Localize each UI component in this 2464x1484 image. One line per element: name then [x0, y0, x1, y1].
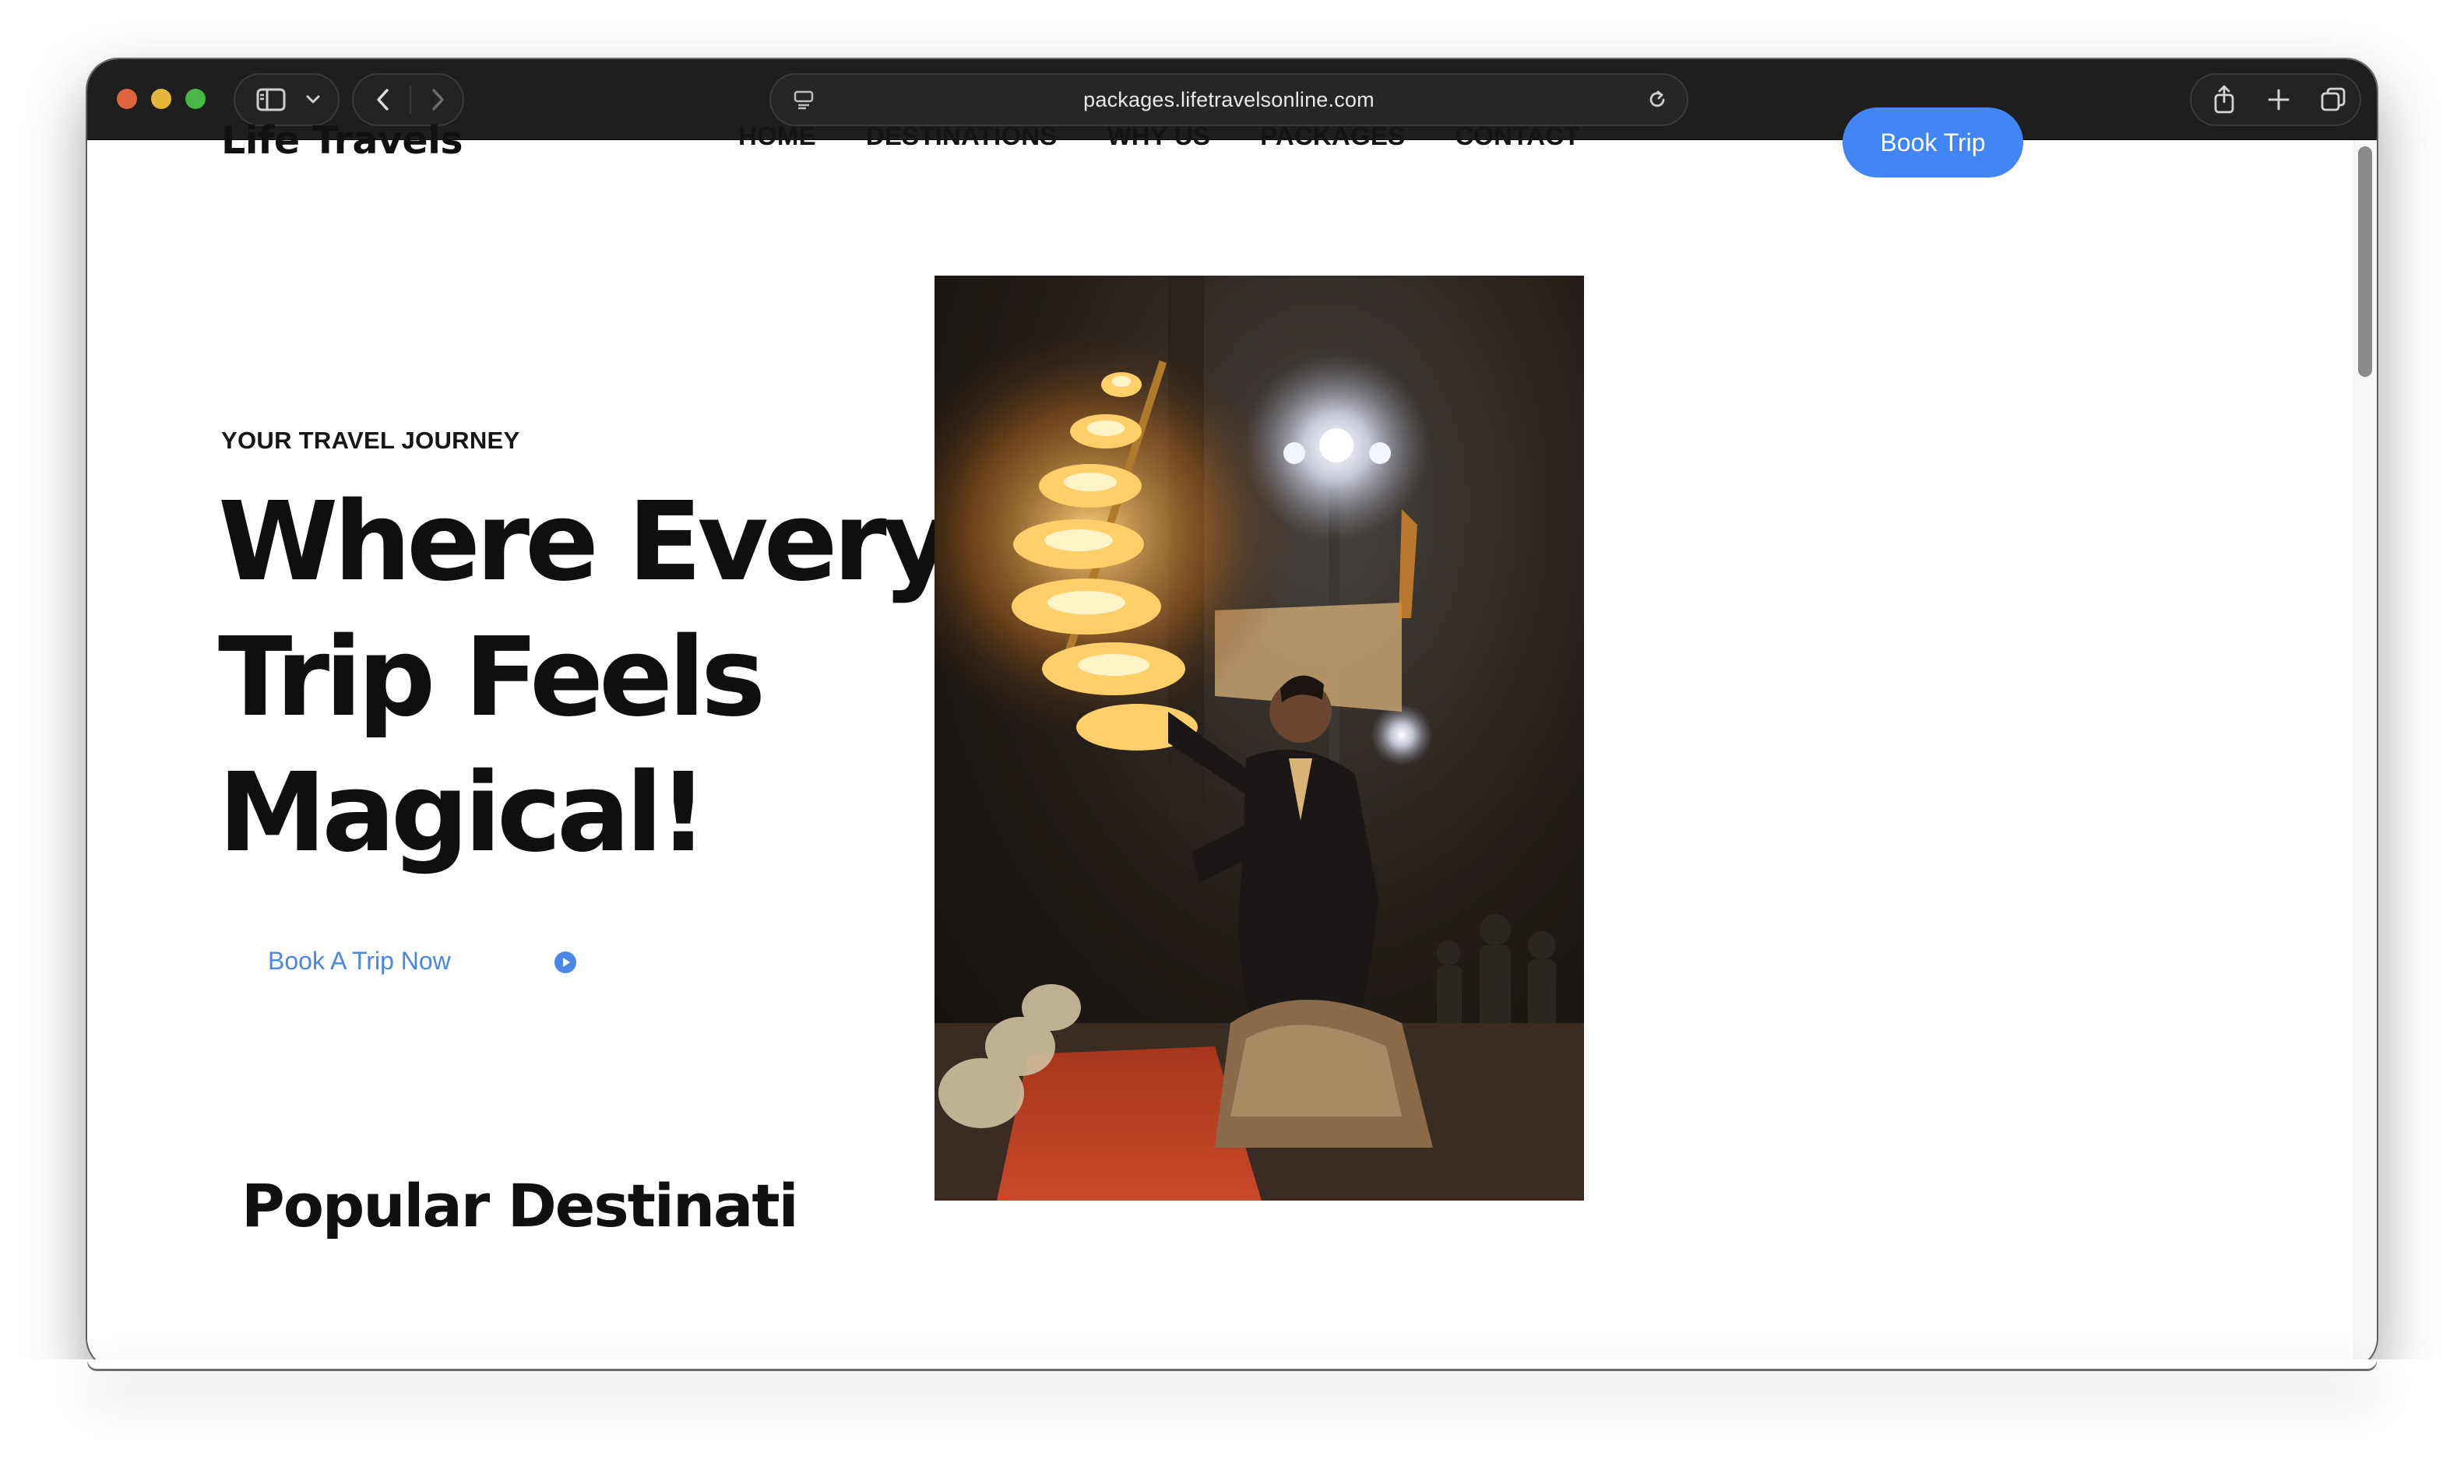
- nav-contact[interactable]: CONTACT: [1455, 121, 1579, 151]
- hero-eyebrow: YOUR TRAVEL JOURNEY: [221, 427, 520, 454]
- address-bar[interactable]: packages.lifetravelsonline.com: [769, 73, 1688, 126]
- reload-icon[interactable]: [1635, 75, 1679, 125]
- window-bottom-edge: [87, 1359, 2377, 1369]
- back-icon[interactable]: [358, 75, 408, 125]
- chevron-down-icon[interactable]: [296, 75, 330, 125]
- nav-destinations[interactable]: DESTINATIONS: [866, 121, 1058, 151]
- close-window-button[interactable]: [117, 89, 137, 109]
- popular-destinations-heading: Popular Destinati: [241, 1171, 799, 1240]
- nav-packages[interactable]: PACKAGES: [1260, 121, 1405, 151]
- url-text[interactable]: packages.lifetravelsonline.com: [771, 75, 1687, 125]
- hero-headline: Where Every Trip Feels Magical!: [218, 475, 1028, 881]
- nav-home[interactable]: HOME: [738, 121, 816, 151]
- play-circle-icon[interactable]: [554, 951, 576, 973]
- headline-line-1: Where Every: [218, 479, 953, 606]
- sidebar-icon[interactable]: [246, 75, 296, 125]
- nav-divider: [410, 86, 411, 114]
- book-trip-button[interactable]: Book Trip: [1843, 107, 2023, 178]
- aarti-ceremony-illustration: [935, 276, 1584, 1201]
- scrollbar[interactable]: [2353, 140, 2377, 1369]
- scrollbar-thumb[interactable]: [2358, 146, 2372, 377]
- main-nav: HOME DESTINATIONS WHY US PACKAGES CONTAC…: [738, 121, 1580, 151]
- window-actions-group: [2190, 73, 2361, 126]
- page-below-window: [0, 1359, 2464, 1484]
- share-icon[interactable]: [2199, 75, 2249, 125]
- hero-image: [935, 276, 1584, 1201]
- headline-line-3: Magical!: [218, 750, 708, 877]
- minimize-window-button[interactable]: [151, 89, 171, 109]
- new-tab-icon[interactable]: [2254, 75, 2304, 125]
- tabs-overview-icon[interactable]: [2308, 75, 2358, 125]
- book-a-trip-now-link[interactable]: Book A Trip Now: [268, 947, 451, 976]
- nav-why-us[interactable]: WHY US: [1107, 121, 1210, 151]
- forward-icon[interactable]: [413, 75, 463, 125]
- headline-line-2: Trip Feels: [218, 614, 766, 741]
- site-logo[interactable]: Life Travels: [221, 118, 463, 163]
- zoom-window-button[interactable]: [185, 89, 206, 109]
